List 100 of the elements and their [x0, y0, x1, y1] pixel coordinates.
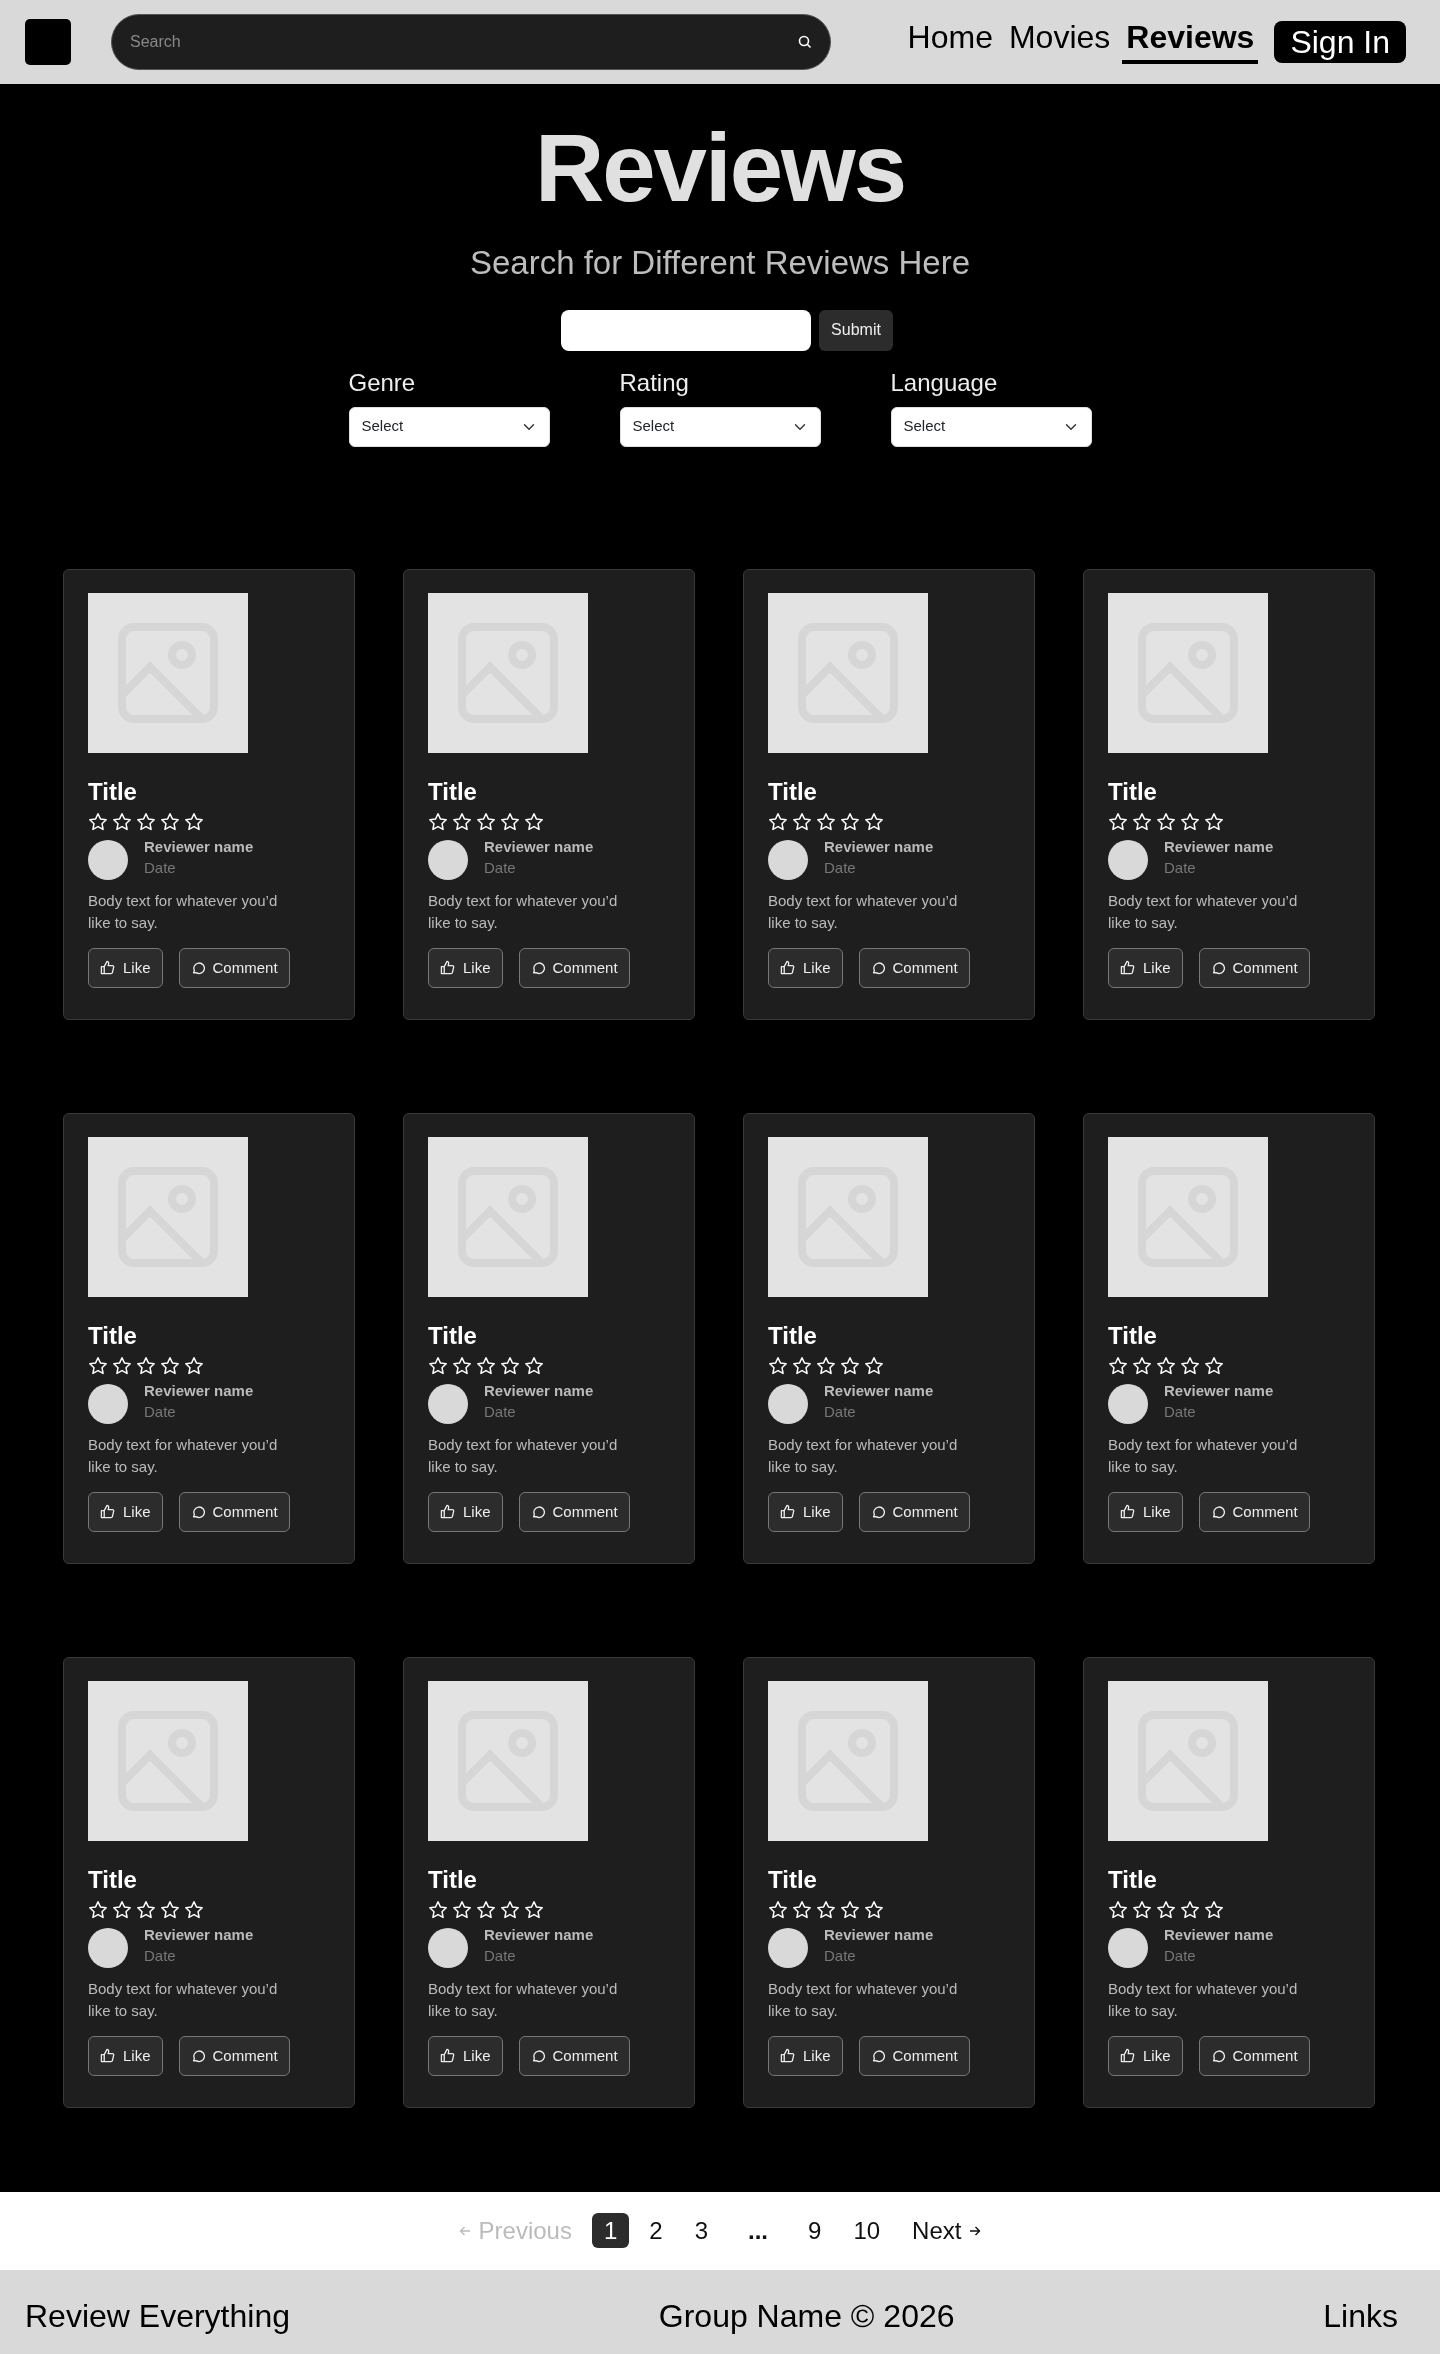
star-icon — [792, 1900, 812, 1921]
star-icon — [160, 1900, 180, 1921]
comment-button[interactable]: Comment — [178, 1491, 290, 1532]
review-text: Body text for whatever you’d like to say. — [768, 891, 959, 934]
comment-button[interactable]: Comment — [518, 947, 630, 988]
star-icon — [792, 812, 812, 833]
review-date: Date — [824, 1946, 857, 1967]
comment-button[interactable]: Comment — [178, 2035, 290, 2076]
star-icon — [524, 1900, 544, 1921]
star-icon — [428, 1900, 448, 1921]
like-button[interactable]: Like — [768, 2035, 843, 2076]
comment-button[interactable]: Comment — [858, 2035, 970, 2076]
review-date: Date — [1164, 858, 1197, 879]
review-text: Body text for whatever you’d like to say. — [1108, 1435, 1299, 1478]
star-icon — [428, 1356, 448, 1377]
like-button[interactable]: Like — [428, 1491, 503, 1532]
star-icon — [112, 1900, 132, 1921]
comment-button[interactable]: Comment — [1198, 2035, 1310, 2076]
search-icon[interactable] — [798, 35, 812, 49]
card-title: Title — [428, 1865, 478, 1895]
card-title: Title — [88, 777, 138, 807]
comment-button[interactable]: Comment — [858, 1491, 970, 1532]
thumbs-up-icon — [440, 2048, 455, 2064]
star-icon — [184, 1356, 204, 1377]
next-link[interactable]: Next — [900, 2212, 994, 2249]
comment-button[interactable]: Comment — [518, 2035, 630, 2076]
star-icon — [768, 812, 788, 833]
card-title: Title — [1108, 777, 1158, 807]
thumbs-up-icon — [1120, 960, 1135, 976]
reviewer-name: Reviewer name — [1164, 1925, 1274, 1946]
nav-link[interactable]: Home — [903, 20, 997, 64]
speech-bubble-icon — [530, 2048, 545, 2063]
search-field[interactable]: Search — [111, 14, 831, 70]
star-icon — [1180, 1356, 1200, 1377]
links-link[interactable]: Links — [1323, 2291, 1398, 2340]
like-button[interactable]: Like — [1108, 2035, 1183, 2076]
star-icon — [1156, 1356, 1176, 1377]
comment-button[interactable]: Comment — [518, 1491, 630, 1532]
reviewer-name: Reviewer name — [1164, 1381, 1274, 1402]
star-icon — [1156, 1900, 1176, 1921]
reviewer-name: Reviewer name — [484, 1925, 594, 1946]
sign-in-button[interactable]: Sign In — [1274, 20, 1406, 64]
filter-select[interactable]: Select — [890, 406, 1092, 447]
avatar — [768, 840, 808, 881]
search-input[interactable]: Search — [128, 29, 798, 55]
filter-select[interactable]: Select — [619, 406, 821, 447]
like-button[interactable]: Like — [88, 2035, 163, 2076]
filter-select[interactable]: Select — [348, 406, 550, 447]
star-icon — [452, 1900, 472, 1921]
like-button[interactable]: Like — [428, 947, 503, 988]
review-date: Date — [484, 1946, 517, 1967]
avatar — [88, 1928, 128, 1969]
like-button[interactable]: Like — [428, 2035, 503, 2076]
comment-button[interactable]: Comment — [1198, 1491, 1310, 1532]
page-link[interactable]: 9 — [796, 2212, 834, 2249]
star-icon — [160, 812, 180, 833]
page-title: Reviews — [533, 113, 907, 216]
comment-button[interactable]: Comment — [1198, 947, 1310, 988]
submit-button[interactable]: Submit — [819, 309, 893, 351]
review-text: Body text for whatever you’d like to say. — [1108, 1979, 1299, 2022]
comment-button[interactable]: Comment — [178, 947, 290, 988]
star-icon — [452, 1356, 472, 1377]
speech-bubble-icon — [1210, 960, 1225, 975]
star-icon — [136, 1356, 156, 1377]
page-link[interactable]: 2 — [637, 2212, 675, 2249]
search-input[interactable] — [561, 309, 812, 351]
nav-link[interactable]: Reviews — [1122, 20, 1259, 64]
avatar — [768, 1928, 808, 1969]
ellipsis: ... — [747, 2215, 769, 2246]
thumbs-up-icon — [1120, 2048, 1135, 2064]
nav-link[interactable]: Movies — [1004, 20, 1115, 64]
card-title: Title — [768, 777, 818, 807]
like-button[interactable]: Like — [88, 947, 163, 988]
avatar — [88, 1384, 128, 1425]
like-button[interactable]: Like — [1108, 947, 1183, 988]
reviewer-name: Reviewer name — [144, 837, 254, 858]
star-icon — [476, 1356, 496, 1377]
star-icon — [452, 812, 472, 833]
star-icon — [88, 1356, 108, 1377]
like-button[interactable]: Like — [768, 947, 843, 988]
star-icon — [768, 1900, 788, 1921]
avatar — [1108, 1928, 1148, 1969]
like-button[interactable]: Like — [768, 1491, 843, 1532]
star-icon — [1108, 1356, 1128, 1377]
star-icon — [1108, 1900, 1128, 1921]
star-icon — [864, 1356, 884, 1377]
star-icon — [160, 1356, 180, 1377]
star-icon — [1132, 812, 1152, 833]
review-date: Date — [824, 858, 857, 879]
star-icon — [1132, 1900, 1152, 1921]
page-link[interactable]: 1 — [591, 2212, 630, 2249]
page-link[interactable]: 10 — [841, 2212, 893, 2249]
page-link[interactable]: 3 — [682, 2212, 720, 2249]
right-arrow-icon — [969, 2224, 982, 2237]
review-text: Body text for whatever you’d like to say. — [768, 1435, 959, 1478]
like-button[interactable]: Like — [88, 1491, 163, 1532]
speech-bubble-icon — [530, 1504, 545, 1519]
comment-button[interactable]: Comment — [858, 947, 970, 988]
reviewer-name: Reviewer name — [484, 1381, 594, 1402]
like-button[interactable]: Like — [1108, 1491, 1183, 1532]
